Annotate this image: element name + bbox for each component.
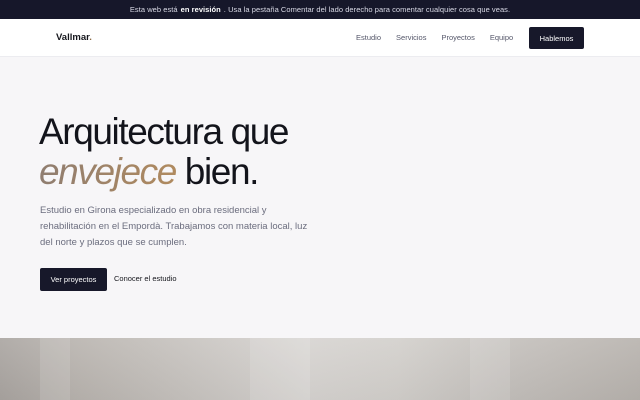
banner-text-strong: en revisión xyxy=(180,5,221,14)
ver-proyectos-button[interactable]: Ver proyectos xyxy=(40,268,107,291)
conocer-estudio-link[interactable]: Conocer el estudio xyxy=(114,274,177,283)
logo[interactable]: Vallmar. xyxy=(56,32,92,43)
site-header: Vallmar. Estudio Servicios Proyectos Equ… xyxy=(0,19,640,57)
hero-section: Arquitectura que envejece bien. Estudio … xyxy=(0,58,640,338)
nav-item-servicios[interactable]: Servicios xyxy=(396,33,426,42)
main-nav: Estudio Servicios Proyectos Equipo xyxy=(356,33,513,42)
nav-item-proyectos[interactable]: Proyectos xyxy=(441,33,474,42)
hero-title-accent: envejece xyxy=(39,151,177,192)
hero-title-rest: bien. xyxy=(175,151,260,192)
hero-title-line1: Arquitectura que xyxy=(39,111,290,152)
hero-image xyxy=(0,338,640,400)
nav-item-estudio[interactable]: Estudio xyxy=(356,33,381,42)
hero-title: Arquitectura que envejece bien. xyxy=(39,111,290,192)
banner-text-before: Esta web está xyxy=(129,5,178,14)
hero-description: Estudio en Girona especializado en obra … xyxy=(40,205,308,248)
image-light-band xyxy=(250,338,310,400)
image-light-band xyxy=(40,338,70,400)
logo-dot: . xyxy=(89,32,92,43)
image-light-band xyxy=(470,338,510,400)
review-banner: Esta web está en revisión . Usa la pesta… xyxy=(0,0,640,19)
hablemos-button[interactable]: Hablemos xyxy=(529,27,584,49)
banner-text-after: . Usa la pestaña Comentar del lado derec… xyxy=(223,5,511,14)
nav-item-equipo[interactable]: Equipo xyxy=(490,33,513,42)
logo-text: Vallmar xyxy=(56,32,90,43)
